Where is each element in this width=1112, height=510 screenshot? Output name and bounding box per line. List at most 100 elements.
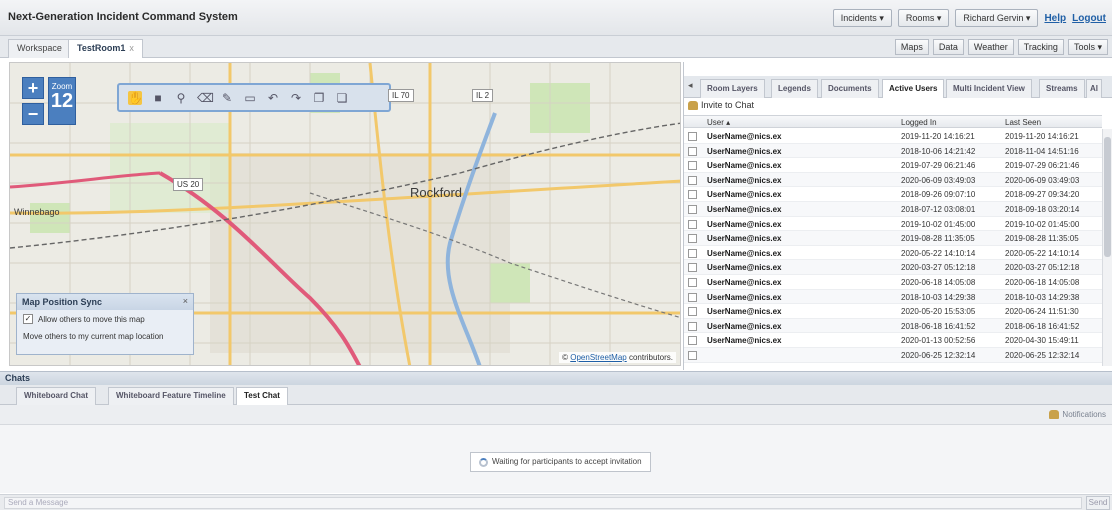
copy-icon[interactable]: ❐ <box>312 91 326 105</box>
undo-icon[interactable]: ↶ <box>266 91 280 105</box>
incidents-menu-button[interactable]: Incidents ▾ <box>832 9 892 27</box>
table-scrollbar[interactable] <box>1102 129 1112 366</box>
row-checkbox[interactable] <box>688 321 697 331</box>
scrollbar-thumb[interactable] <box>1104 137 1111 257</box>
col-user[interactable]: User ▴ <box>707 118 730 127</box>
workspace-tab-bar: Workspace TestRoom1 x Maps Data Weather T… <box>0 36 1112 58</box>
allow-move-row[interactable]: ✓ Allow others to move this map <box>17 310 193 328</box>
map-view[interactable]: + − Zoom 12 ✋ ■ ⚲ ⌫ ✎ ▭ ↶ ↷ ❐ ❏ IL 70 IL… <box>9 62 681 366</box>
tab-active-users[interactable]: Active Users <box>882 79 945 98</box>
row-checkbox[interactable] <box>688 204 697 214</box>
logout-link[interactable]: Logout <box>1072 13 1106 24</box>
row-checkbox[interactable] <box>688 263 697 273</box>
road-badge-il70: IL 70 <box>388 89 414 102</box>
openstreetmap-link[interactable]: OpenStreetMap <box>570 353 626 362</box>
table-row[interactable]: UserName@nics.ex 2018-10-06 14:21:42 2018-… <box>684 143 1102 159</box>
eraser-icon[interactable]: ⌫ <box>197 91 214 105</box>
pan-hand-icon[interactable]: ✋ <box>128 90 143 105</box>
table-row[interactable]: UserName@nics.ex 2020-06-18 14:05:08 2020-… <box>684 275 1102 290</box>
zoom-in-button[interactable]: + <box>22 77 44 99</box>
user-cell: UserName@nics.ex <box>707 204 782 214</box>
table-row[interactable]: UserName@nics.ex 2019-10-02 01:45:00 2019-… <box>684 217 1102 232</box>
weather-button[interactable]: Weather <box>967 39 1014 55</box>
close-icon[interactable]: × <box>183 296 188 306</box>
last-seen-cell: 2020-06-24 11:51:30 <box>1005 307 1079 317</box>
table-row[interactable]: UserName@nics.ex 2020-06-09 03:49:03 2020-… <box>684 172 1102 188</box>
user-cell: UserName@nics.ex <box>707 132 782 141</box>
table-row[interactable]: UserName@nics.ex 2020-05-22 14:10:14 2020-… <box>684 246 1102 261</box>
last-seen-cell: 2018-09-18 03:20:14 <box>1005 204 1080 214</box>
scroll-left-icon[interactable]: ◂ <box>688 80 693 91</box>
row-checkbox[interactable] <box>688 146 697 156</box>
row-checkbox[interactable] <box>688 175 697 185</box>
rectangle-icon[interactable]: ■ <box>151 91 165 105</box>
tab-test-chat[interactable]: Test Chat <box>236 387 288 405</box>
row-checkbox[interactable] <box>688 234 697 244</box>
tab-testroom1[interactable]: TestRoom1 x <box>68 39 143 58</box>
user-cell: UserName@nics.ex <box>707 146 782 156</box>
row-checkbox[interactable] <box>688 248 697 258</box>
move-others-action[interactable]: Move others to my current map location <box>17 328 193 345</box>
zoom-out-button[interactable]: − <box>22 103 44 125</box>
map-position-sync-panel: Map Position Sync × ✓ Allow others to mo… <box>16 293 194 355</box>
tab-workspace[interactable]: Workspace <box>8 39 71 58</box>
rooms-menu-button[interactable]: Rooms ▾ <box>897 9 950 27</box>
col-last-seen[interactable]: Last Seen <box>1005 118 1041 127</box>
tools-menu-button[interactable]: Tools ▾ <box>1067 39 1108 55</box>
row-checkbox[interactable] <box>688 336 697 346</box>
invite-to-chat-button[interactable]: Invite to Chat <box>688 100 754 110</box>
table-row[interactable]: UserName@nics.ex 2019-11-20 14:16:21 2019-… <box>684 129 1102 144</box>
row-checkbox[interactable] <box>688 219 697 229</box>
table-row[interactable]: UserName@nics.ex 2019-08-28 11:35:05 2019-… <box>684 231 1102 246</box>
row-checkbox[interactable] <box>688 190 697 200</box>
tab-legends[interactable]: Legends <box>771 79 818 98</box>
redo-icon[interactable]: ↷ <box>289 91 303 105</box>
row-checkbox[interactable] <box>688 292 697 302</box>
table-row[interactable]: UserName@nics.ex 2018-06-18 16:41:52 2018-… <box>684 318 1102 334</box>
table-row[interactable]: UserName@nics.ex 2018-09-26 09:07:10 2018-… <box>684 187 1102 202</box>
notifications-button[interactable]: Notifications <box>1049 410 1106 419</box>
tab-documents[interactable]: Documents <box>821 79 879 98</box>
last-seen-cell: 2019-08-28 11:35:05 <box>1005 234 1079 244</box>
row-checkbox[interactable] <box>688 307 697 317</box>
search-icon[interactable]: ⚲ <box>174 91 188 105</box>
allow-move-checkbox[interactable]: ✓ <box>23 314 33 324</box>
logged-in-cell: 2020-01-13 00:52:56 <box>901 336 976 346</box>
tab-whiteboard-chat[interactable]: Whiteboard Chat <box>16 387 96 405</box>
last-seen-cell: 2020-04-30 15:49:11 <box>1005 336 1079 346</box>
row-checkbox[interactable] <box>688 161 697 171</box>
user-menu-button[interactable]: Richard Gervin ▾ <box>955 9 1039 27</box>
send-button[interactable]: Send <box>1086 496 1110 510</box>
row-checkbox[interactable] <box>688 132 697 141</box>
message-input[interactable]: Send a Message <box>4 497 1082 509</box>
pencil-icon[interactable]: ✎ <box>220 91 234 105</box>
table-row[interactable]: UserName@nics.ex 2018-07-12 03:08:01 2018-… <box>684 201 1102 217</box>
app-header: Next-Generation Incident Command System … <box>0 0 1112 36</box>
tab-overflow[interactable]: Al <box>1086 79 1102 98</box>
user-cell: UserName@nics.ex <box>707 219 782 229</box>
tab-room-layers[interactable]: Room Layers <box>700 79 765 98</box>
table-row[interactable]: UserName@nics.ex 2020-03-27 05:12:18 2020-… <box>684 260 1102 275</box>
table-row[interactable]: UserName@nics.ex 2020-01-13 00:52:56 2020-… <box>684 333 1102 348</box>
data-button[interactable]: Data <box>932 39 964 55</box>
user-cell: UserName@nics.ex <box>707 234 782 244</box>
last-seen-cell: 2019-10-02 01:45:00 <box>1005 219 1080 229</box>
tab-streams[interactable]: Streams <box>1039 79 1085 98</box>
tracking-button[interactable]: Tracking <box>1017 39 1064 55</box>
row-checkbox[interactable] <box>688 350 697 360</box>
maps-button[interactable]: Maps <box>894 39 929 55</box>
table-row[interactable]: UserName@nics.ex 2020-05-20 15:53:05 2020-… <box>684 304 1102 319</box>
zoom-value: 12 <box>50 90 74 112</box>
close-icon[interactable]: x <box>129 43 134 53</box>
table-row[interactable]: 2020-06-25 12:32:14 2020-06-25 12:32:14 <box>684 347 1102 363</box>
row-checkbox[interactable] <box>688 277 697 287</box>
help-link[interactable]: Help <box>1044 13 1066 24</box>
image-icon[interactable]: ▭ <box>243 91 257 105</box>
paste-icon[interactable]: ❏ <box>335 91 349 105</box>
tab-multi-incident-view[interactable]: Multi Incident View <box>946 79 1032 98</box>
chat-area: Notifications Waiting for participants t… <box>0 405 1112 493</box>
col-logged-in[interactable]: Logged In <box>901 118 937 127</box>
table-row[interactable]: UserName@nics.ex 2018-10-03 14:29:38 2018-… <box>684 289 1102 305</box>
tab-whiteboard-feature-timeline[interactable]: Whiteboard Feature Timeline <box>108 387 234 405</box>
table-row[interactable]: UserName@nics.ex 2019-07-29 06:21:46 2019-… <box>684 158 1102 173</box>
